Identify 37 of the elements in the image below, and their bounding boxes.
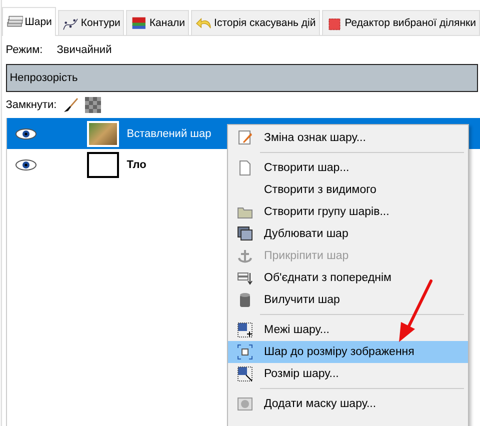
dock-tab[interactable]: Шари bbox=[2, 7, 56, 36]
photo-placeholder bbox=[86, 120, 119, 146]
tab-icon bbox=[130, 14, 148, 32]
menu-icon bbox=[236, 129, 254, 147]
mode-label: Режим: bbox=[6, 44, 43, 56]
menu-item[interactable]: Розмір шару... bbox=[228, 363, 468, 385]
menu-icon bbox=[236, 395, 254, 413]
menu-item[interactable]: Зміна ознак шару... bbox=[228, 127, 468, 149]
menu-item[interactable]: Створити групу шарів... bbox=[228, 201, 468, 223]
menu-item[interactable]: Шар до розміру зображення bbox=[228, 341, 468, 363]
opacity-slider[interactable]: Непрозорість bbox=[6, 64, 478, 92]
menu-icon bbox=[236, 343, 254, 361]
dock-tab[interactable]: Канали bbox=[126, 10, 190, 35]
dock-tab[interactable]: Контури bbox=[58, 10, 124, 35]
menu-icon bbox=[236, 321, 254, 339]
dock-tab[interactable]: Редактор вибраної ділянки bbox=[322, 10, 480, 35]
layer-thumbnail bbox=[86, 152, 119, 178]
brush-icon[interactable] bbox=[62, 97, 79, 113]
menu-item[interactable]: Додати маску шару... bbox=[228, 393, 468, 415]
layer-name: Тло bbox=[126, 158, 146, 170]
layer-name: Вставлений шар bbox=[126, 128, 212, 140]
menu-item[interactable]: Створити шар... bbox=[228, 157, 468, 179]
opacity-label: Непрозорість bbox=[10, 72, 78, 84]
dock-tab[interactable]: Історія скасувань дій bbox=[191, 10, 320, 35]
menu-icon bbox=[236, 365, 254, 383]
menu-item[interactable]: Вилучити шар bbox=[228, 289, 468, 311]
eye-icon[interactable] bbox=[12, 126, 39, 142]
menu-item[interactable]: Створити з видимого bbox=[228, 179, 468, 201]
mode-dropdown[interactable]: Звичайний bbox=[56, 44, 112, 56]
menu-icon bbox=[236, 247, 254, 265]
checkerboard-icon[interactable] bbox=[84, 97, 101, 113]
menu-item[interactable]: Об'єднати з попереднім bbox=[228, 267, 468, 289]
menu-item[interactable]: Межі шару... bbox=[228, 319, 468, 341]
lock-label: Замкнути: bbox=[6, 99, 57, 111]
eye-icon[interactable] bbox=[12, 156, 39, 172]
menu-icon bbox=[236, 225, 254, 243]
menu-item[interactable]: Дублювати шар bbox=[228, 223, 468, 245]
